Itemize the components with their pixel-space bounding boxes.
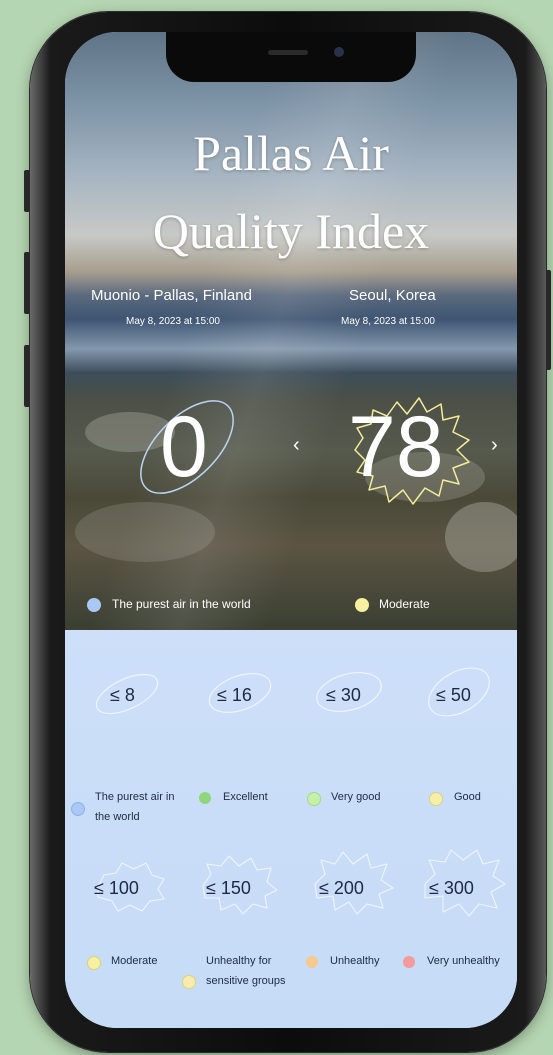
- scale-threshold-6: ≤ 150: [206, 878, 251, 898]
- scale-label-8: Very unhealthy: [427, 955, 500, 967]
- front-camera: [334, 47, 344, 57]
- timestamp-seoul: May 8, 2023 at 15:00: [341, 316, 435, 327]
- scale-dot-1: [71, 802, 85, 816]
- scale-threshold-8: ≤ 300: [429, 878, 474, 898]
- scale-dot-2: [199, 792, 211, 804]
- scale-label-2: Excellent: [223, 791, 268, 803]
- status-dot-seoul: [355, 598, 369, 612]
- speaker-grille: [268, 50, 308, 55]
- location-name-seoul: Seoul, Korea: [349, 287, 436, 304]
- aqi-value-pallas: 0: [160, 399, 208, 495]
- phone-notch: [166, 32, 416, 82]
- scale-label-6: Unhealthy for sensitive groups: [206, 955, 286, 987]
- status-label-pallas: The purest air in the world: [112, 597, 251, 611]
- scale-threshold-7: ≤ 200: [319, 878, 364, 898]
- scale-threshold-4: ≤ 50: [436, 685, 471, 705]
- scale-label-7: Unhealthy: [330, 955, 380, 967]
- aqi-value-seoul: 78: [348, 399, 444, 495]
- scale-threshold-1: ≤ 8: [110, 685, 135, 705]
- chevron-left-icon[interactable]: ‹: [293, 434, 300, 457]
- scale-label-3: Very good: [331, 791, 381, 803]
- scale-dot-5: [87, 956, 101, 970]
- aqi-scale-panel: ≤ 8 ≤ 16 ≤ 30 ≤ 50 The purest air in the…: [65, 630, 517, 1028]
- scale-threshold-3: ≤ 30: [326, 685, 361, 705]
- scale-dot-3: [307, 792, 321, 806]
- scale-dot-6: [182, 975, 196, 989]
- scale-threshold-2: ≤ 16: [217, 685, 252, 705]
- scale-dot-4: [429, 792, 443, 806]
- location-name-pallas: Muonio - Pallas, Finland: [91, 287, 252, 304]
- status-dot-pallas: [87, 598, 101, 612]
- status-label-seoul: Moderate: [379, 597, 430, 611]
- timestamp-pallas: May 8, 2023 at 15:00: [126, 316, 220, 327]
- scale-dot-7: [306, 956, 318, 968]
- scale-label-1: The purest air in the world: [95, 791, 175, 823]
- chevron-right-icon[interactable]: ›: [491, 434, 498, 457]
- scale-dot-8: [403, 956, 415, 968]
- scale-label-5: Moderate: [111, 955, 158, 967]
- scale-threshold-5: ≤ 100: [94, 878, 139, 898]
- scale-label-4: Good: [454, 791, 481, 803]
- page-title-line1: Pallas Air: [193, 125, 389, 181]
- page-title-line2: Quality Index: [152, 203, 430, 259]
- phone-screen: Pallas Air Quality Index Muonio - Pallas…: [65, 32, 517, 1028]
- hero-background-photo: [65, 32, 517, 630]
